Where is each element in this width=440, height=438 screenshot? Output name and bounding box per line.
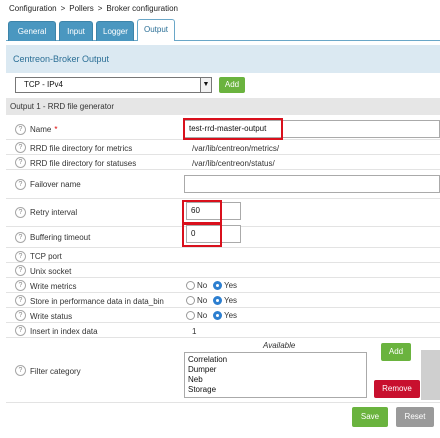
help-icon[interactable]: ?	[15, 365, 26, 376]
field-label-metrics-dir: RRD file directory for metrics	[30, 144, 133, 153]
tab-logger[interactable]: Logger	[96, 21, 134, 41]
write-metrics-no-radio[interactable]: No	[186, 281, 207, 290]
breadcrumb-separator: >	[97, 4, 103, 13]
output-type-select[interactable]: TCP - IPv4 ▼	[15, 77, 212, 93]
tab-general[interactable]: General	[8, 21, 56, 41]
help-icon[interactable]: ?	[15, 179, 26, 190]
field-label-store-perf: Store in performance data in data_bin	[30, 297, 164, 306]
add-output-button[interactable]: Add	[219, 77, 245, 93]
field-label-write-metrics: Write metrics	[30, 282, 77, 291]
highlight-box-retry	[182, 200, 222, 224]
highlight-box-name	[183, 118, 283, 140]
field-row-write-metrics: ? Write metrics No Yes	[6, 279, 440, 293]
store-perf-no-radio[interactable]: No	[186, 296, 207, 305]
write-status-yes-radio[interactable]: Yes	[213, 311, 237, 320]
field-row-store-perf: ? Store in performance data in data_bin …	[6, 294, 440, 308]
section-title: Centreon-Broker Output	[6, 45, 440, 73]
radio-off-icon	[186, 281, 195, 290]
breadcrumb-configuration[interactable]: Configuration	[9, 4, 57, 13]
field-label-filter-category: Filter category	[30, 367, 81, 376]
field-row-status-dir: ? RRD file directory for statuses /var/l…	[6, 156, 440, 170]
field-label-name: Name *	[30, 125, 58, 134]
radio-on-icon	[213, 311, 222, 320]
radio-off-icon	[186, 296, 195, 305]
field-row-retry: ? Retry interval 60	[6, 200, 440, 227]
available-label: Available	[263, 341, 296, 350]
list-item[interactable]: Dumper	[188, 365, 363, 375]
breadcrumb-separator: >	[60, 4, 66, 13]
help-icon[interactable]: ?	[15, 157, 26, 168]
store-perf-yes-radio[interactable]: Yes	[213, 296, 237, 305]
list-item[interactable]: Correlation	[188, 355, 363, 365]
field-label-unix-socket: Unix socket	[30, 267, 72, 276]
field-label-write-status: Write status	[30, 312, 73, 321]
required-marker: *	[54, 125, 58, 134]
selected-list-edge	[421, 350, 440, 400]
field-label-tcp-port: TCP port	[30, 252, 62, 261]
field-label-status-dir: RRD file directory for statuses	[30, 159, 137, 168]
write-metrics-yes-radio[interactable]: Yes	[213, 281, 237, 290]
field-row-insert-index: ? Insert in index data 1	[6, 324, 440, 338]
radio-on-icon	[213, 296, 222, 305]
field-label-failover: Failover name	[30, 180, 81, 189]
breadcrumb-pollers[interactable]: Pollers	[69, 4, 93, 13]
field-label-retry: Retry interval	[30, 208, 78, 217]
filter-category-available-list[interactable]: Correlation Dumper Neb Storage	[184, 352, 367, 398]
remove-category-button[interactable]: Remove	[374, 380, 420, 398]
help-icon[interactable]: ?	[15, 142, 26, 153]
tab-input[interactable]: Input	[59, 21, 93, 41]
help-icon[interactable]: ?	[15, 232, 26, 243]
output-type-selected: TCP - IPv4	[24, 80, 63, 89]
field-label-buffering: Buffering timeout	[30, 233, 91, 242]
radio-on-icon	[213, 281, 222, 290]
help-icon[interactable]: ?	[15, 280, 26, 291]
insert-index-value: 1	[192, 327, 197, 336]
field-row-write-status: ? Write status No Yes	[6, 309, 440, 323]
highlight-box-buffering	[182, 223, 222, 247]
tab-output[interactable]: Output	[137, 19, 175, 41]
radio-off-icon	[186, 311, 195, 320]
breadcrumb-broker-configuration[interactable]: Broker configuration	[106, 4, 178, 13]
help-icon[interactable]: ?	[15, 251, 26, 262]
status-dir-value: /var/lib/centreon/status/	[192, 159, 275, 168]
field-row-unix-socket: ? Unix socket	[6, 264, 440, 278]
help-icon[interactable]: ?	[15, 124, 26, 135]
help-icon[interactable]: ?	[15, 295, 26, 306]
field-label-insert-index: Insert in index data	[30, 327, 98, 336]
help-icon[interactable]: ?	[15, 325, 26, 336]
write-status-no-radio[interactable]: No	[186, 311, 207, 320]
reset-button[interactable]: Reset	[396, 407, 434, 427]
save-button[interactable]: Save	[352, 407, 388, 427]
field-row-buffering: ? Buffering timeout 0	[6, 225, 440, 248]
breadcrumb: Configuration > Pollers > Broker configurati…	[9, 4, 178, 13]
failover-name-input[interactable]	[184, 175, 440, 193]
field-row-metrics-dir: ? RRD file directory for metrics /var/li…	[6, 141, 440, 155]
help-icon[interactable]: ?	[15, 310, 26, 321]
chevron-down-icon[interactable]: ▼	[200, 78, 211, 92]
help-icon[interactable]: ?	[15, 265, 26, 276]
field-row-failover: ? Failover name	[6, 171, 440, 199]
metrics-dir-value: /var/lib/centreon/metrics/	[192, 144, 280, 153]
field-row-tcp-port: ? TCP port	[6, 250, 440, 263]
list-item[interactable]: Neb	[188, 375, 363, 385]
list-item[interactable]: Storage	[188, 385, 363, 395]
add-category-button[interactable]: Add	[381, 343, 411, 361]
help-icon[interactable]: ?	[15, 207, 26, 218]
tab-bar: General Input Logger Output	[6, 18, 440, 41]
output-header: Output 1 - RRD file generator	[6, 98, 440, 115]
